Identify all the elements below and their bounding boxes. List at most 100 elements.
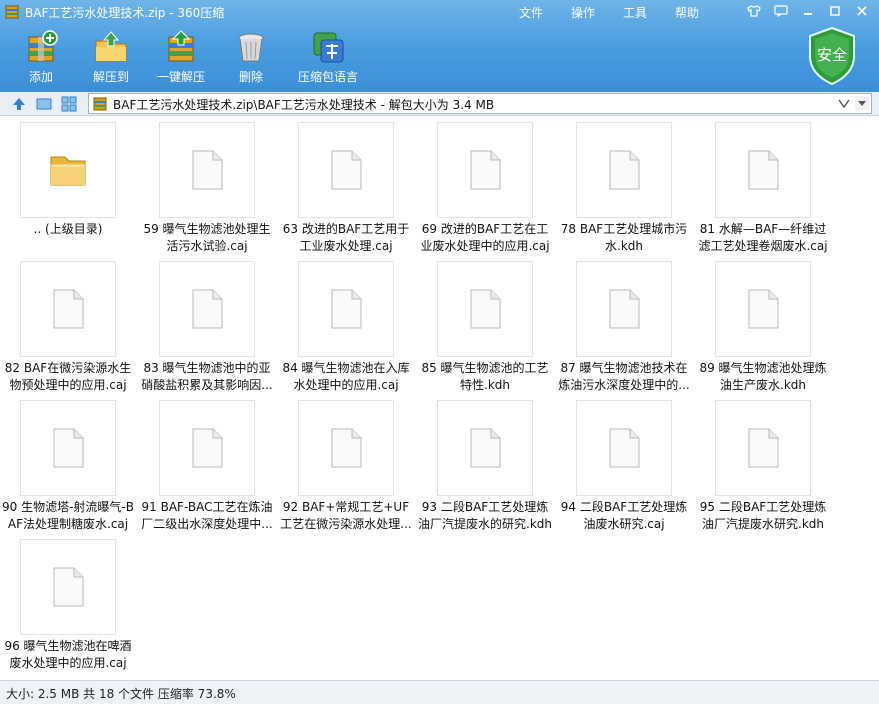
menu-operation[interactable]: 操作: [557, 4, 609, 21]
file-name: 95 二段BAF工艺处理炼油厂汽提废水研究.kdh: [699, 500, 827, 531]
minimize-button[interactable]: [795, 2, 821, 20]
menu-tools[interactable]: 工具: [609, 4, 661, 21]
file-name: 96 曝气生物滤池在啤酒废水处理中的应用.caj: [4, 639, 132, 670]
thumbnail-view-button[interactable]: [35, 95, 53, 113]
list-view-button[interactable]: [60, 95, 78, 113]
file-name: 82 BAF在微污染源水生物预处理中的应用.caj: [4, 361, 132, 392]
header: BAF工艺污水处理技术.zip - 360压缩 文件 操作 工具 帮助 添加 解…: [0, 0, 879, 92]
delete-button[interactable]: 删除: [216, 28, 286, 86]
file-name: 90 生物滤塔-射流曝气-BAF法处理制糖废水.caj: [2, 500, 134, 531]
file-item[interactable]: 78 BAF工艺处理城市污水.kdh: [556, 120, 692, 258]
document-icon: [437, 400, 533, 496]
file-name: 59 曝气生物滤池处理生活污水试验.caj: [143, 222, 271, 253]
security-shield-badge[interactable]: 安全: [806, 26, 858, 86]
window-title: BAF工艺污水处理技术.zip - 360压缩: [25, 6, 225, 20]
document-icon: [715, 122, 811, 218]
grid-view-icon: [61, 96, 77, 112]
file-list: .. (上级目录) 59 曝气生物滤池处理生活污水试验.caj 63 改进的BAF工…: [0, 117, 879, 679]
document-icon: [159, 261, 255, 357]
one-click-extract-icon: [161, 28, 201, 66]
document-icon: [298, 400, 394, 496]
security-badge-label: 安全: [817, 46, 847, 64]
file-name: 81 水解—BAF—纤维过滤工艺处理卷烟废水.caj: [698, 222, 828, 253]
file-item[interactable]: 90 生物滤塔-射流曝气-BAF法处理制糖废水.caj: [0, 398, 136, 536]
toolbar: 添加 解压到 一键解压 删除 压缩包语言: [0, 28, 370, 90]
file-item[interactable]: 95 二段BAF工艺处理炼油厂汽提废水研究.kdh: [695, 398, 831, 536]
large-icon-view-icon: [36, 98, 52, 110]
one-click-extract-label: 一键解压: [156, 70, 205, 84]
file-item[interactable]: 83 曝气生物滤池中的亚硝酸盐积累及其影响因...: [139, 259, 275, 397]
close-button[interactable]: [849, 2, 875, 20]
parent-folder-item[interactable]: .. (上级目录): [0, 120, 136, 258]
file-item[interactable]: 94 二段BAF工艺处理炼油废水研究.caj: [556, 398, 692, 536]
close-icon: [857, 6, 867, 16]
trash-icon: [231, 28, 271, 66]
file-name: 84 曝气生物滤池在入库水处理中的应用.caj: [282, 361, 410, 392]
chevron-down-icon[interactable]: [837, 96, 851, 110]
file-item[interactable]: 69 改进的BAF工艺在工业废水处理中的应用.caj: [417, 120, 553, 258]
document-icon: [576, 400, 672, 496]
file-name: 69 改进的BAF工艺在工业废水处理中的应用.caj: [420, 222, 550, 253]
menu-file[interactable]: 文件: [505, 4, 557, 21]
extract-folder-icon: [91, 28, 131, 66]
up-arrow-icon: [13, 98, 25, 110]
shirt-icon: [747, 5, 761, 17]
one-click-extract-button[interactable]: 一键解压: [146, 28, 216, 86]
file-item[interactable]: 82 BAF在微污染源水生物预处理中的应用.caj: [0, 259, 136, 397]
address-bar[interactable]: BAF工艺污水处理技术.zip\BAF工艺污水处理技术 - 解包大小为 3.4 …: [88, 93, 872, 114]
file-name: 63 改进的BAF工艺用于工业废水处理.caj: [282, 222, 410, 253]
file-name: 91 BAF-BAC工艺在炼油厂二级出水深度处理中...: [141, 500, 273, 531]
file-name: .. (上级目录): [33, 222, 103, 236]
zip-file-icon: [93, 97, 107, 111]
extract-to-label: 解压到: [92, 70, 129, 84]
document-icon: [715, 261, 811, 357]
document-icon: [20, 400, 116, 496]
file-item[interactable]: 87 曝气生物滤池技术在炼油污水深度处理中的...: [556, 259, 692, 397]
document-icon: [20, 539, 116, 635]
status-text: 大小: 2.5 MB 共 18 个文件 压缩率 73.8%: [6, 687, 236, 701]
add-archive-icon: [21, 28, 61, 66]
document-icon: [576, 122, 672, 218]
window-controls: [741, 2, 875, 20]
file-name: 93 二段BAF工艺处理炼油厂汽提废水的研究.kdh: [418, 500, 552, 531]
document-icon: [437, 261, 533, 357]
file-name: 87 曝气生物滤池技术在炼油污水深度处理中的...: [558, 361, 690, 392]
file-item[interactable]: 85 曝气生物滤池的工艺特性.kdh: [417, 259, 553, 397]
add-button[interactable]: 添加: [6, 28, 76, 86]
file-item[interactable]: 91 BAF-BAC工艺在炼油厂二级出水深度处理中...: [139, 398, 275, 536]
file-item[interactable]: 92 BAF+常规工艺+UF工艺在微污染源水处理...: [278, 398, 414, 536]
file-name: 89 曝气生物滤池处理炼油生产废水.kdh: [699, 361, 827, 392]
document-icon: [298, 261, 394, 357]
navigation-row: BAF工艺污水处理技术.zip\BAF工艺污水处理技术 - 解包大小为 3.4 …: [0, 92, 879, 116]
file-item[interactable]: 96 曝气生物滤池在啤酒废水处理中的应用.caj: [0, 537, 136, 675]
document-icon: [715, 400, 811, 496]
zip-app-icon: [5, 5, 19, 19]
file-item[interactable]: 89 曝气生物滤池处理炼油生产废水.kdh: [695, 259, 831, 397]
file-name: 83 曝气生物滤池中的亚硝酸盐积累及其影响因...: [141, 361, 273, 392]
maximize-button[interactable]: [822, 2, 848, 20]
file-item[interactable]: 81 水解—BAF—纤维过滤工艺处理卷烟废水.caj: [695, 120, 831, 258]
archive-language-label: 压缩包语言: [297, 70, 358, 84]
delete-label: 删除: [238, 70, 263, 84]
status-bar: 大小: 2.5 MB 共 18 个文件 压缩率 73.8%: [0, 680, 879, 704]
dropdown-arrow-icon[interactable]: [855, 96, 869, 110]
archive-language-button[interactable]: 压缩包语言: [286, 28, 370, 86]
extract-to-button[interactable]: 解压到: [76, 28, 146, 86]
document-icon: [159, 400, 255, 496]
file-name: 78 BAF工艺处理城市污水.kdh: [560, 222, 688, 253]
file-item[interactable]: 63 改进的BAF工艺用于工业废水处理.caj: [278, 120, 414, 258]
up-level-button[interactable]: [10, 95, 28, 113]
address-path: BAF工艺污水处理技术.zip\BAF工艺污水处理技术 - 解包大小为 3.4 …: [113, 98, 495, 112]
skin-shirt-button[interactable]: [741, 2, 767, 20]
file-name: 92 BAF+常规工艺+UF工艺在微污染源水处理...: [280, 500, 412, 531]
minimize-icon: [804, 13, 812, 15]
document-icon: [20, 261, 116, 357]
file-item[interactable]: 84 曝气生物滤池在入库水处理中的应用.caj: [278, 259, 414, 397]
chat-icon: [774, 5, 788, 17]
file-item[interactable]: 93 二段BAF工艺处理炼油厂汽提废水的研究.kdh: [417, 398, 553, 536]
menu-help[interactable]: 帮助: [661, 4, 713, 21]
feedback-button[interactable]: [768, 2, 794, 20]
file-item[interactable]: 59 曝气生物滤池处理生活污水试验.caj: [139, 120, 275, 258]
menu-bar: 文件 操作 工具 帮助: [505, 4, 713, 21]
document-icon: [576, 261, 672, 357]
